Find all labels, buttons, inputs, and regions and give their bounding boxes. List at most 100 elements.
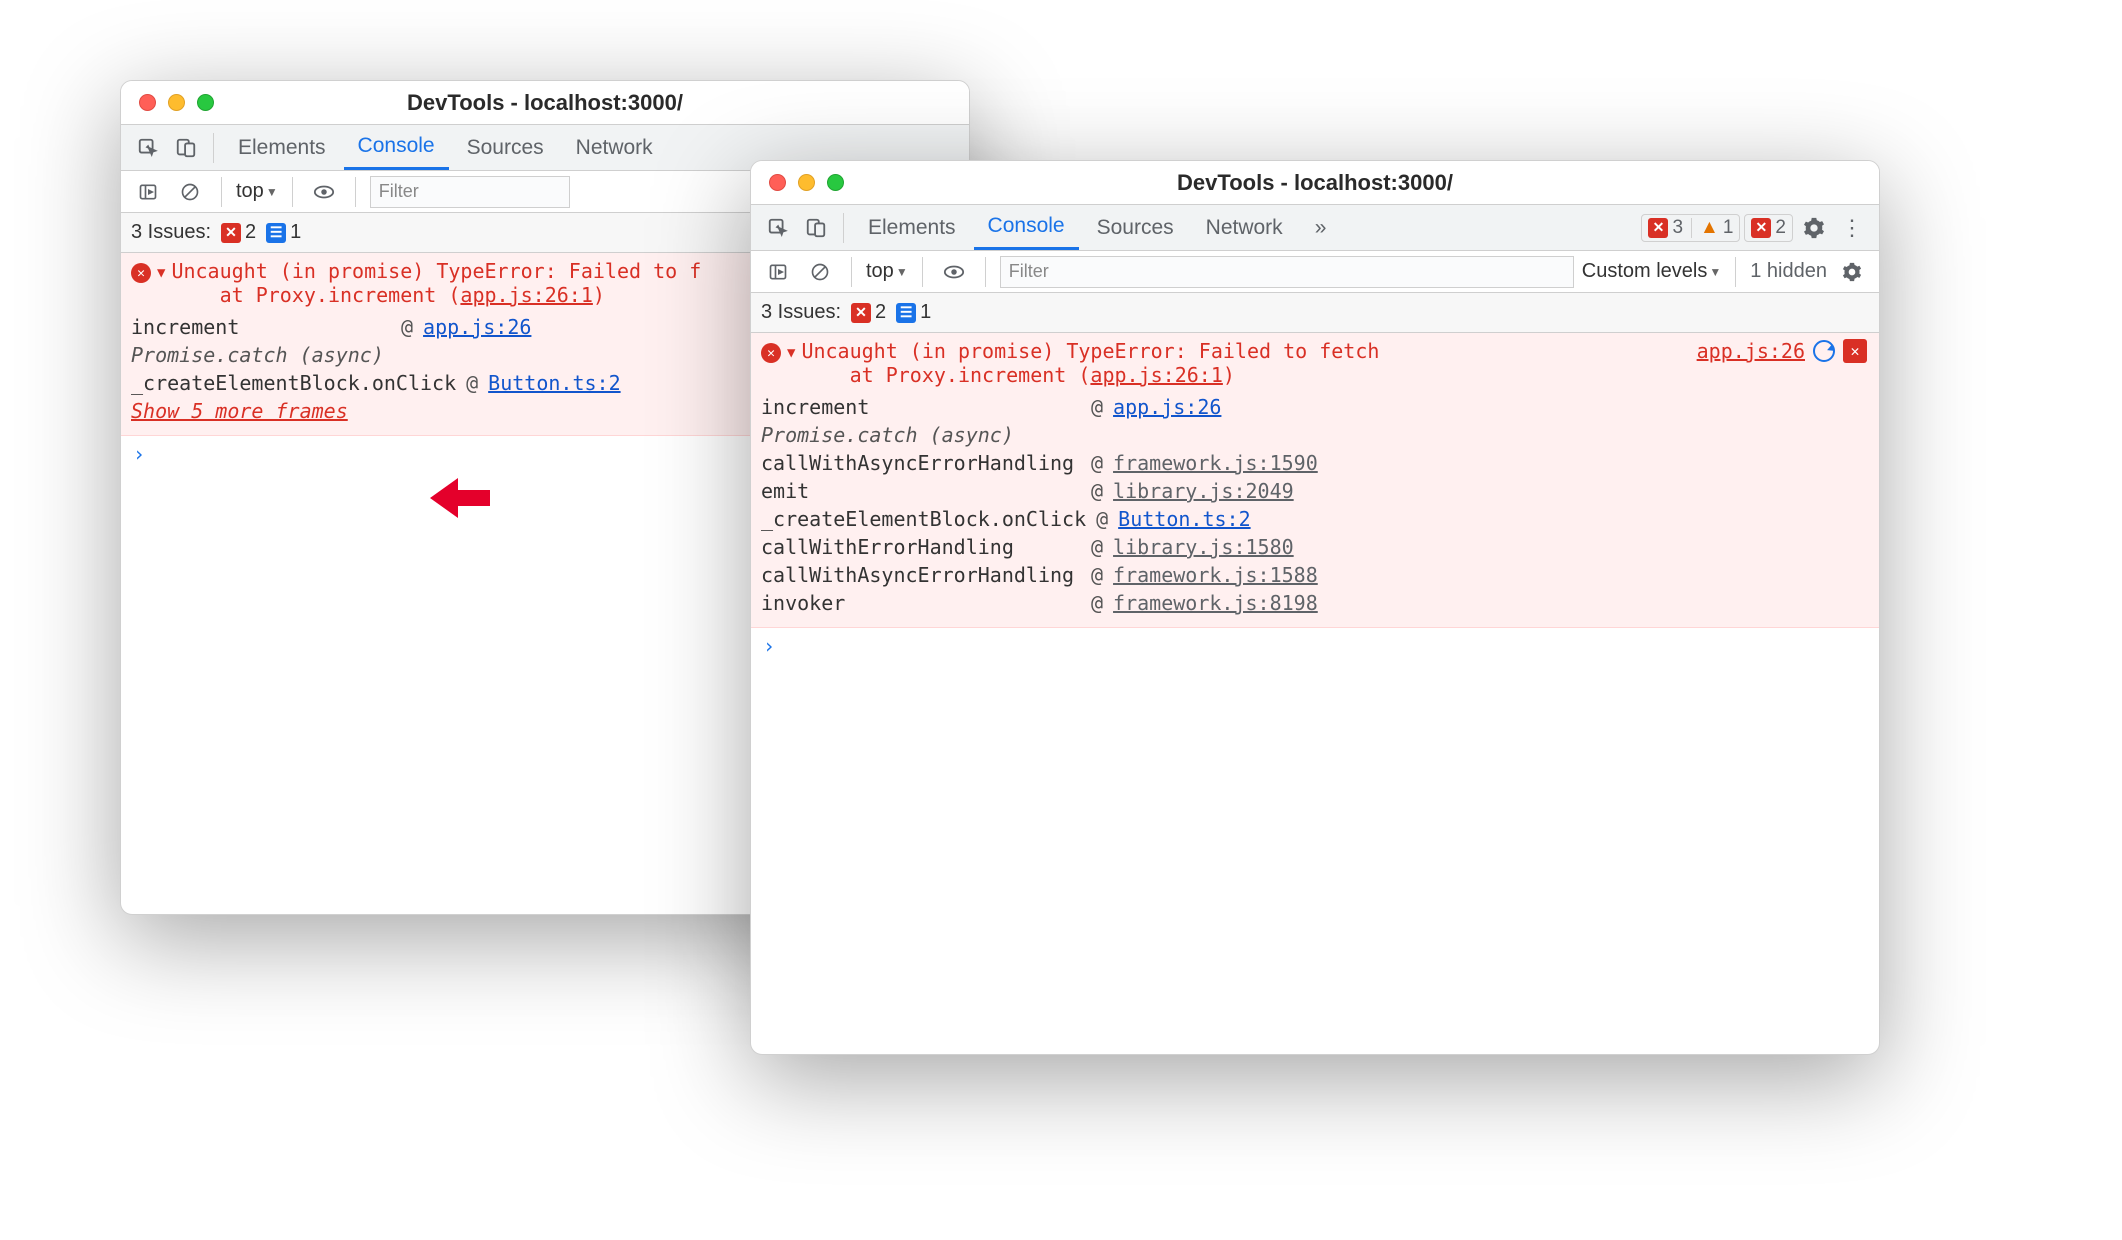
window-minimize-button[interactable]: [168, 94, 185, 111]
error-source-link[interactable]: app.js:26:1: [1090, 363, 1222, 387]
annotation-arrow-icon: [430, 478, 490, 518]
window-title: DevTools - localhost:3000/: [121, 90, 969, 116]
stack-fn: emit: [761, 477, 1081, 505]
info-badge-icon: ☰: [266, 223, 286, 243]
stack-at: @: [401, 313, 413, 341]
stack-link[interactable]: framework.js:1588: [1113, 561, 1318, 589]
stack-fn: _createElementBlock.onClick: [761, 505, 1086, 533]
tabs-overflow[interactable]: »: [1301, 205, 1341, 250]
hidden-count[interactable]: 1 hidden: [1750, 260, 1827, 283]
tab-sources[interactable]: Sources: [453, 125, 558, 170]
clear-console-icon[interactable]: [173, 175, 207, 209]
show-more-link[interactable]: Show 5 more frames: [131, 397, 348, 425]
stack-at: @: [1091, 449, 1103, 477]
error-count: 3: [1672, 217, 1683, 239]
more-menu-icon[interactable]: ⋮: [1835, 211, 1869, 245]
status-counts[interactable]: ✕ 3 ▲ 1: [1641, 214, 1740, 242]
stack-link[interactable]: Button.ts:2: [488, 369, 620, 397]
context-label: top: [236, 180, 264, 203]
issues-error-count[interactable]: 2: [875, 301, 886, 324]
sidebar-toggle-icon[interactable]: [761, 255, 795, 289]
stack-link[interactable]: library.js:2049: [1113, 477, 1294, 505]
console-prompt[interactable]: ›: [751, 628, 1879, 664]
override-counts[interactable]: ✕ 2: [1744, 214, 1793, 242]
disclosure-triangle-icon[interactable]: ▼: [787, 345, 795, 361]
inspect-icon[interactable]: [131, 131, 165, 165]
stack-fn: callWithAsyncErrorHandling: [761, 449, 1081, 477]
filter-input[interactable]: Filter: [370, 176, 570, 208]
feedback-icon[interactable]: ✕: [1843, 339, 1867, 363]
window-title: DevTools - localhost:3000/: [751, 170, 1879, 196]
stack-fn: _createElementBlock.onClick: [131, 369, 456, 397]
live-expression-icon[interactable]: [937, 255, 971, 289]
error-icon: ✕: [761, 343, 781, 363]
filter-input[interactable]: Filter: [1000, 256, 1574, 288]
stack-link[interactable]: framework.js:8198: [1113, 589, 1318, 617]
sidebar-toggle-icon[interactable]: [131, 175, 165, 209]
tab-elements[interactable]: Elements: [854, 205, 970, 250]
issues-error-count[interactable]: 2: [245, 221, 256, 244]
tab-sources[interactable]: Sources: [1083, 205, 1188, 250]
error-line-2: at Proxy.increment (: [171, 283, 460, 307]
settings-icon[interactable]: [1797, 211, 1831, 245]
error-icon: ✕: [131, 263, 151, 283]
stack-fn: callWithErrorHandling: [761, 533, 1081, 561]
stack-link[interactable]: Button.ts:2: [1118, 505, 1250, 533]
disclosure-triangle-icon[interactable]: ▼: [157, 265, 165, 281]
console-settings-icon[interactable]: [1835, 255, 1869, 289]
stack-fn: increment: [761, 393, 1081, 421]
stack-link[interactable]: app.js:26: [423, 313, 531, 341]
stack-link[interactable]: framework.js:1590: [1113, 449, 1318, 477]
stack-at: @: [1091, 589, 1103, 617]
inspect-icon[interactable]: [761, 211, 795, 245]
stack-link[interactable]: app.js:26: [1113, 393, 1221, 421]
device-toggle-icon[interactable]: [169, 131, 203, 165]
error-source-link-right[interactable]: app.js:26: [1697, 339, 1805, 363]
reload-icon[interactable]: [1813, 340, 1835, 362]
issues-info-count[interactable]: 1: [290, 221, 301, 244]
stack-trace: increment@app.js:26Promise.catch (async)…: [761, 393, 1869, 617]
error-badge-icon: ✕: [221, 223, 241, 243]
window-close-button[interactable]: [769, 174, 786, 191]
issues-bar: 3 Issues: ✕ 2 ☰ 1: [751, 293, 1879, 333]
window-close-button[interactable]: [139, 94, 156, 111]
device-toggle-icon[interactable]: [799, 211, 833, 245]
issues-label: 3 Issues:: [761, 301, 841, 324]
clear-console-icon[interactable]: [803, 255, 837, 289]
stack-at: @: [1091, 533, 1103, 561]
error-line-1: Uncaught (in promise) TypeError: Failed …: [171, 259, 701, 283]
stack-frame: callWithErrorHandling @ library.js:1580: [761, 533, 1869, 561]
warning-count-icon: ▲: [1700, 217, 1719, 239]
titlebar[interactable]: DevTools - localhost:3000/: [751, 161, 1879, 205]
stack-fn: increment: [131, 313, 391, 341]
console-toolbar: top ▼ Filter Custom levels ▼ 1 hidden: [751, 251, 1879, 293]
stack-link[interactable]: library.js:1580: [1113, 533, 1294, 561]
issues-info-count[interactable]: 1: [920, 301, 931, 324]
error-line-2: at Proxy.increment (: [801, 363, 1090, 387]
tab-network[interactable]: Network: [562, 125, 667, 170]
stack-frame: callWithAsyncErrorHandling@framework.js:…: [761, 561, 1869, 589]
tab-network[interactable]: Network: [1192, 205, 1297, 250]
console-error-entry: app.js:26 ✕ ✕ ▼ Uncaught (in promise) Ty…: [751, 333, 1879, 628]
context-selector[interactable]: top ▼: [236, 180, 278, 203]
tab-elements[interactable]: Elements: [224, 125, 340, 170]
titlebar[interactable]: DevTools - localhost:3000/: [121, 81, 969, 125]
window-minimize-button[interactable]: [798, 174, 815, 191]
context-selector[interactable]: top ▼: [866, 260, 908, 283]
tab-console[interactable]: Console: [974, 205, 1079, 250]
window-zoom-button[interactable]: [197, 94, 214, 111]
stack-frame: _createElementBlock.onClick @ Button.ts:2: [761, 505, 1869, 533]
stack-frame: invoker@framework.js:8198: [761, 589, 1869, 617]
stack-at: @: [1091, 393, 1103, 421]
stack-fn: callWithAsyncErrorHandling: [761, 561, 1081, 589]
info-badge-icon: ☰: [896, 303, 916, 323]
levels-label: Custom levels: [1582, 260, 1708, 283]
stack-at: @: [1091, 477, 1103, 505]
window-zoom-button[interactable]: [827, 174, 844, 191]
stack-at: @: [1096, 505, 1108, 533]
live-expression-icon[interactable]: [307, 175, 341, 209]
warning-count: 1: [1723, 217, 1734, 239]
tab-console[interactable]: Console: [344, 125, 449, 170]
levels-selector[interactable]: Custom levels ▼: [1582, 260, 1722, 283]
error-source-link[interactable]: app.js:26:1: [460, 283, 592, 307]
